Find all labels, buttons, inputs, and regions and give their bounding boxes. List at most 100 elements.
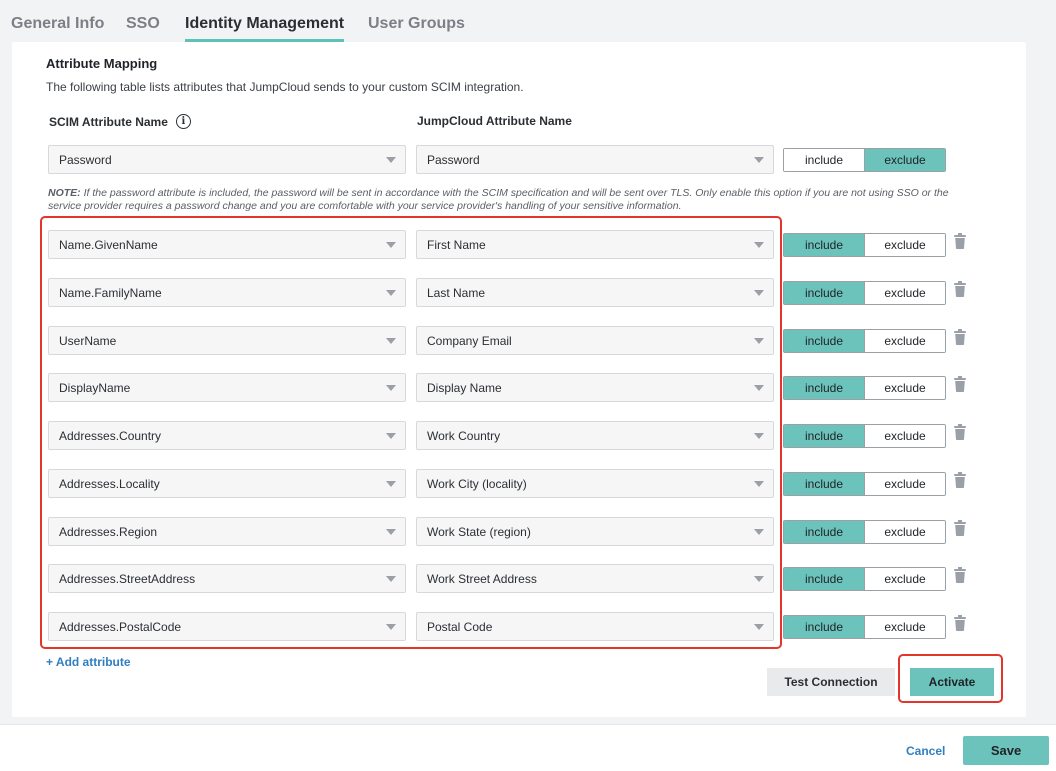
include-option[interactable]: include (784, 616, 864, 638)
caret-down-icon (754, 624, 764, 630)
include-option[interactable]: include (784, 425, 864, 447)
trash-icon[interactable] (954, 520, 966, 536)
scim-attribute-select[interactable]: Addresses.Country (48, 421, 406, 450)
include-exclude-toggle: include exclude (783, 615, 946, 639)
trash-icon[interactable] (954, 424, 966, 440)
include-exclude-toggle: include exclude (783, 424, 946, 448)
scim-attribute-select[interactable]: Password (48, 145, 406, 174)
jumpcloud-attribute-select[interactable]: Password (416, 145, 774, 174)
trash-icon[interactable] (954, 472, 966, 488)
jumpcloud-attribute-select[interactable]: Work City (locality) (416, 469, 774, 498)
jumpcloud-attribute-select[interactable]: First Name (416, 230, 774, 259)
scim-attribute-select[interactable]: DisplayName (48, 373, 406, 402)
activate-button[interactable]: Activate (910, 668, 994, 696)
exclude-option[interactable]: exclude (864, 282, 945, 304)
caret-down-icon (386, 624, 396, 630)
note-text: If the password attribute is included, t… (48, 187, 949, 212)
cancel-button[interactable]: Cancel (906, 744, 945, 758)
section-title: Attribute Mapping (46, 56, 158, 71)
trash-icon[interactable] (954, 281, 966, 297)
tab-general-info[interactable]: General Info (11, 15, 104, 33)
caret-down-icon (754, 481, 764, 487)
exclude-option[interactable]: exclude (864, 149, 945, 171)
jumpcloud-attribute-select[interactable]: Display Name (416, 373, 774, 402)
caret-down-icon (754, 385, 764, 391)
caret-down-icon (386, 338, 396, 344)
include-exclude-toggle: include exclude (783, 281, 946, 305)
include-exclude-toggle: include exclude (783, 233, 946, 257)
trash-icon[interactable] (954, 233, 966, 249)
tab-identity-management[interactable]: Identity Management (185, 15, 345, 42)
exclude-option[interactable]: exclude (864, 616, 945, 638)
tab-sso[interactable]: SSO (126, 15, 160, 33)
scim-attribute-select[interactable]: UserName (48, 326, 406, 355)
include-option[interactable]: include (784, 473, 864, 495)
caret-down-icon (386, 481, 396, 487)
select-value: DisplayName (59, 380, 131, 395)
jumpcloud-attribute-select[interactable]: Company Email (416, 326, 774, 355)
include-option[interactable]: include (784, 234, 864, 256)
tab-user-groups[interactable]: User Groups (368, 15, 465, 33)
include-option[interactable]: include (784, 521, 864, 543)
exclude-option[interactable]: exclude (864, 234, 945, 256)
exclude-option[interactable]: exclude (864, 473, 945, 495)
caret-down-icon (386, 242, 396, 248)
select-value: Addresses.PostalCode (59, 619, 182, 634)
exclude-option[interactable]: exclude (864, 568, 945, 590)
exclude-option[interactable]: exclude (864, 425, 945, 447)
select-value: Postal Code (427, 619, 493, 634)
exclude-option[interactable]: exclude (864, 521, 945, 543)
info-icon[interactable]: i (175, 114, 191, 129)
caret-down-icon (386, 433, 396, 439)
caret-down-icon (754, 338, 764, 344)
scim-attribute-select[interactable]: Name.FamilyName (48, 278, 406, 307)
jumpcloud-attribute-select[interactable]: Work State (region) (416, 517, 774, 546)
section-description: The following table lists attributes tha… (46, 80, 524, 94)
add-attribute-link[interactable]: + Add attribute (46, 655, 131, 669)
note-label: NOTE: (48, 187, 81, 199)
column-header-scim-label: SCIM Attribute Name (49, 114, 168, 129)
exclude-option[interactable]: exclude (864, 377, 945, 399)
select-value: Addresses.StreetAddress (59, 571, 196, 586)
include-exclude-toggle: include exclude (783, 567, 946, 591)
column-header-jumpcloud-label: JumpCloud Attribute Name (417, 114, 572, 128)
caret-down-icon (754, 433, 764, 439)
trash-icon[interactable] (954, 329, 966, 345)
save-button[interactable]: Save (963, 736, 1049, 765)
jumpcloud-attribute-select[interactable]: Work Country (416, 421, 774, 450)
column-header-jumpcloud: JumpCloud Attribute Name (417, 114, 572, 128)
jumpcloud-attribute-select[interactable]: Work Street Address (416, 564, 774, 593)
select-value: Work City (locality) (427, 476, 527, 491)
include-option[interactable]: include (784, 377, 864, 399)
scim-attribute-select[interactable]: Addresses.Locality (48, 469, 406, 498)
exclude-option[interactable]: exclude (864, 330, 945, 352)
include-option[interactable]: include (784, 568, 864, 590)
scim-attribute-select[interactable]: Name.GivenName (48, 230, 406, 259)
include-option[interactable]: include (784, 282, 864, 304)
footer-bar (0, 724, 1056, 771)
scim-attribute-select[interactable]: Addresses.StreetAddress (48, 564, 406, 593)
select-value: Addresses.Country (59, 428, 162, 443)
select-value: Work Country (427, 428, 501, 443)
select-value: First Name (427, 237, 486, 252)
jumpcloud-attribute-select[interactable]: Postal Code (416, 612, 774, 641)
scim-attribute-select[interactable]: Addresses.Region (48, 517, 406, 546)
select-value: Password (427, 152, 480, 167)
tab-bar: General Info SSO Identity Management Use… (0, 0, 1056, 46)
select-value: Password (59, 152, 112, 167)
jumpcloud-attribute-select[interactable]: Last Name (416, 278, 774, 307)
select-value: Company Email (427, 333, 512, 348)
caret-down-icon (386, 157, 396, 163)
caret-down-icon (754, 157, 764, 163)
trash-icon[interactable] (954, 376, 966, 392)
caret-down-icon (754, 576, 764, 582)
select-value: Work Street Address (427, 571, 537, 586)
include-option[interactable]: include (784, 330, 864, 352)
trash-icon[interactable] (954, 615, 966, 631)
include-option[interactable]: include (784, 149, 864, 171)
trash-icon[interactable] (954, 567, 966, 583)
include-exclude-toggle: include exclude (783, 148, 946, 172)
scim-attribute-select[interactable]: Addresses.PostalCode (48, 612, 406, 641)
include-exclude-toggle: include exclude (783, 472, 946, 496)
test-connection-button[interactable]: Test Connection (767, 668, 895, 696)
